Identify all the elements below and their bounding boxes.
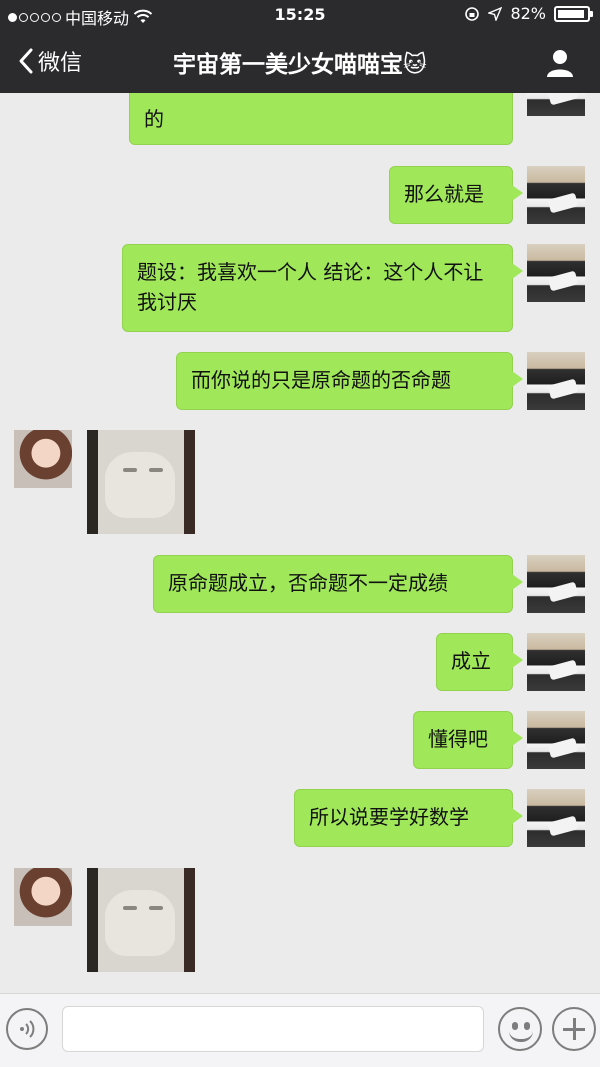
my-avatar[interactable]	[527, 633, 585, 691]
chat-title: 宇宙第一美少女喵喵宝🐱	[173, 52, 427, 78]
chat-area[interactable]: 的 那么就是 题设：我喜欢一个人 结论：这个人不让我讨厌 而你说的只是原命题的否…	[0, 93, 600, 993]
nav-bar: 微信 宇宙第一美少女喵喵宝🐱	[0, 32, 600, 92]
location-icon	[488, 6, 503, 21]
white-cat-sticker[interactable]	[87, 868, 195, 972]
plus-icon[interactable]	[552, 1007, 596, 1051]
input-bar	[0, 993, 600, 1067]
my-avatar[interactable]	[527, 93, 585, 116]
message-bubble[interactable]: 题设：我喜欢一个人 结论：这个人不让我讨厌	[122, 244, 523, 332]
rotation-lock-icon	[465, 6, 480, 21]
my-avatar[interactable]	[527, 166, 585, 224]
message-bubble[interactable]: 原命题成立，否命题不一定成绩	[153, 555, 523, 613]
message-bubble[interactable]: 所以说要学好数学	[294, 789, 523, 847]
profile-icon[interactable]	[544, 47, 576, 79]
my-avatar[interactable]	[527, 244, 585, 302]
contact-avatar[interactable]	[14, 868, 72, 926]
message-input[interactable]	[62, 1006, 484, 1052]
status-bar: 中国移动 15:25 82%	[0, 0, 600, 30]
white-cat-sticker[interactable]	[87, 430, 195, 534]
my-avatar[interactable]	[527, 711, 585, 769]
message-bubble[interactable]: 懂得吧	[413, 711, 523, 769]
message-bubble[interactable]: 而你说的只是原命题的否命题	[176, 352, 523, 410]
my-avatar[interactable]	[527, 555, 585, 613]
voice-wave-icon[interactable]	[6, 1008, 48, 1050]
emoji-icon[interactable]	[498, 1007, 542, 1051]
message-bubble[interactable]: 成立	[436, 633, 523, 691]
top-bar: 中国移动 15:25 82% 微信 宇宙第一美少女喵喵宝🐱	[0, 0, 600, 93]
contact-avatar[interactable]	[14, 430, 72, 488]
message-bubble[interactable]: 的	[129, 93, 513, 145]
my-avatar[interactable]	[527, 352, 585, 410]
message-bubble[interactable]: 那么就是	[389, 166, 523, 224]
battery-percent: 82%	[510, 4, 546, 23]
my-avatar[interactable]	[527, 789, 585, 847]
battery-icon	[554, 5, 593, 22]
